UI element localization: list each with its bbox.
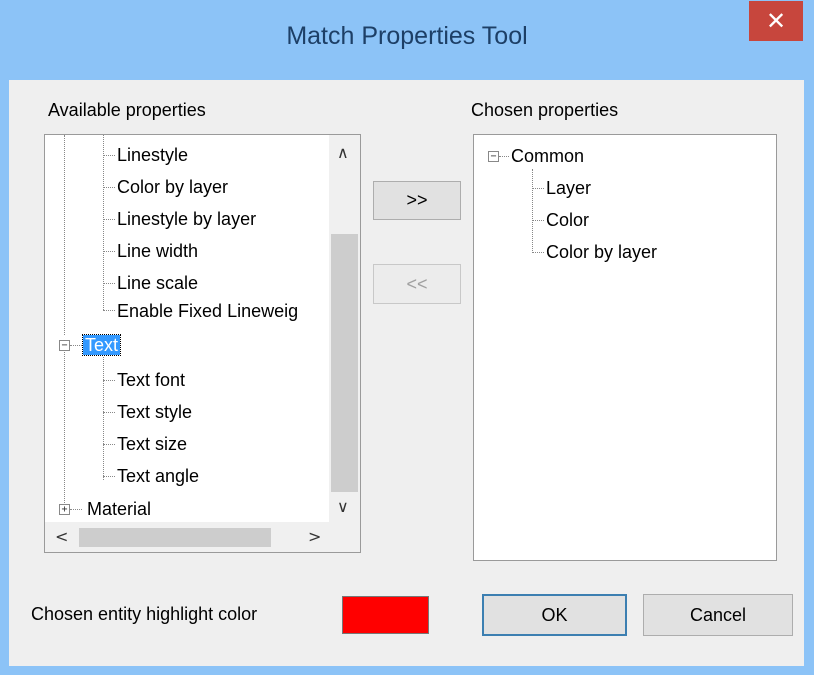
ok-button[interactable]: OK — [482, 594, 627, 636]
scroll-right-icon[interactable]: > — [308, 527, 321, 546]
vertical-scrollbar[interactable]: ∧ ∨ — [329, 135, 360, 522]
vertical-scroll-thumb[interactable] — [331, 234, 358, 492]
tree-connector — [70, 345, 82, 346]
tree-connector — [103, 283, 115, 284]
tree-connector — [103, 444, 115, 445]
tree-item-linestyle-by-layer[interactable]: Linestyle by layer — [117, 206, 256, 232]
available-properties-label: Available properties — [48, 100, 206, 120]
expand-material-toggle[interactable]: + — [59, 504, 70, 515]
available-properties-tree[interactable]: Linestyle Color by layer Linestyle by la… — [44, 134, 361, 553]
tree-connector — [103, 310, 115, 311]
tree-item-linestyle[interactable]: Linestyle — [117, 142, 188, 168]
tree-connector — [532, 220, 544, 221]
tree-connector — [70, 509, 82, 510]
title-bar[interactable]: Match Properties Tool ✕ — [0, 0, 814, 80]
tree-item-layer[interactable]: Layer — [546, 175, 591, 201]
tree-connector — [103, 219, 115, 220]
tree-item-enable-fixed-lineweight[interactable]: Enable Fixed Lineweig — [117, 298, 298, 324]
horizontal-scroll-thumb[interactable] — [79, 528, 271, 547]
close-button[interactable]: ✕ — [749, 1, 803, 41]
scroll-up-icon[interactable]: ∧ — [337, 143, 349, 162]
add-property-button[interactable]: >> — [373, 181, 461, 220]
tree-item-text[interactable]: Text — [81, 332, 122, 358]
tree-item-line-scale[interactable]: Line scale — [117, 270, 198, 296]
highlight-color-label: Chosen entity highlight color — [31, 604, 258, 624]
tree-connector — [103, 251, 115, 252]
tree-item-line-width[interactable]: Line width — [117, 238, 198, 264]
tree-connector — [103, 476, 115, 477]
tree-connector — [103, 187, 115, 188]
scrollbar-corner — [329, 522, 360, 552]
tree-item-text-label: Text — [81, 334, 122, 356]
tree-item-chosen-color-by-layer[interactable]: Color by layer — [546, 239, 657, 265]
collapse-common-toggle[interactable]: − — [488, 151, 499, 162]
highlight-color-swatch[interactable] — [342, 596, 429, 634]
tree-connector — [532, 252, 544, 253]
tree-item-text-angle[interactable]: Text angle — [117, 463, 199, 489]
tree-item-color[interactable]: Color — [546, 207, 589, 233]
dialog-client-area: Available properties Linestyle Color by … — [9, 80, 804, 666]
tree-line — [103, 357, 104, 480]
scroll-down-icon[interactable]: ∨ — [337, 497, 349, 516]
chosen-properties-tree[interactable]: − Common Layer Color Color by layer — [473, 134, 777, 561]
match-properties-window: Match Properties Tool ✕ Available proper… — [0, 0, 814, 675]
tree-item-color-by-layer[interactable]: Color by layer — [117, 174, 228, 200]
cancel-button[interactable]: Cancel — [643, 594, 793, 636]
tree-item-text-size[interactable]: Text size — [117, 431, 187, 457]
horizontal-scrollbar[interactable]: < > — [45, 522, 329, 552]
chosen-properties-label: Chosen properties — [471, 100, 619, 120]
tree-item-material[interactable]: Material — [87, 496, 151, 522]
collapse-text-toggle[interactable]: − — [59, 340, 70, 351]
tree-item-common[interactable]: Common — [511, 143, 584, 169]
tree-item-text-font[interactable]: Text font — [117, 367, 185, 393]
tree-connector — [532, 188, 544, 189]
remove-property-button[interactable]: << — [373, 264, 461, 304]
tree-connector — [103, 380, 115, 381]
tree-line — [64, 352, 65, 505]
tree-item-text-style[interactable]: Text style — [117, 399, 192, 425]
tree-line — [532, 169, 533, 253]
tree-connector — [103, 412, 115, 413]
scroll-left-icon[interactable]: < — [55, 527, 68, 546]
close-icon: ✕ — [765, 7, 787, 35]
tree-line — [64, 135, 65, 335]
tree-connector — [103, 155, 115, 156]
window-title: Match Properties Tool — [286, 22, 528, 50]
tree-connector — [499, 156, 509, 157]
